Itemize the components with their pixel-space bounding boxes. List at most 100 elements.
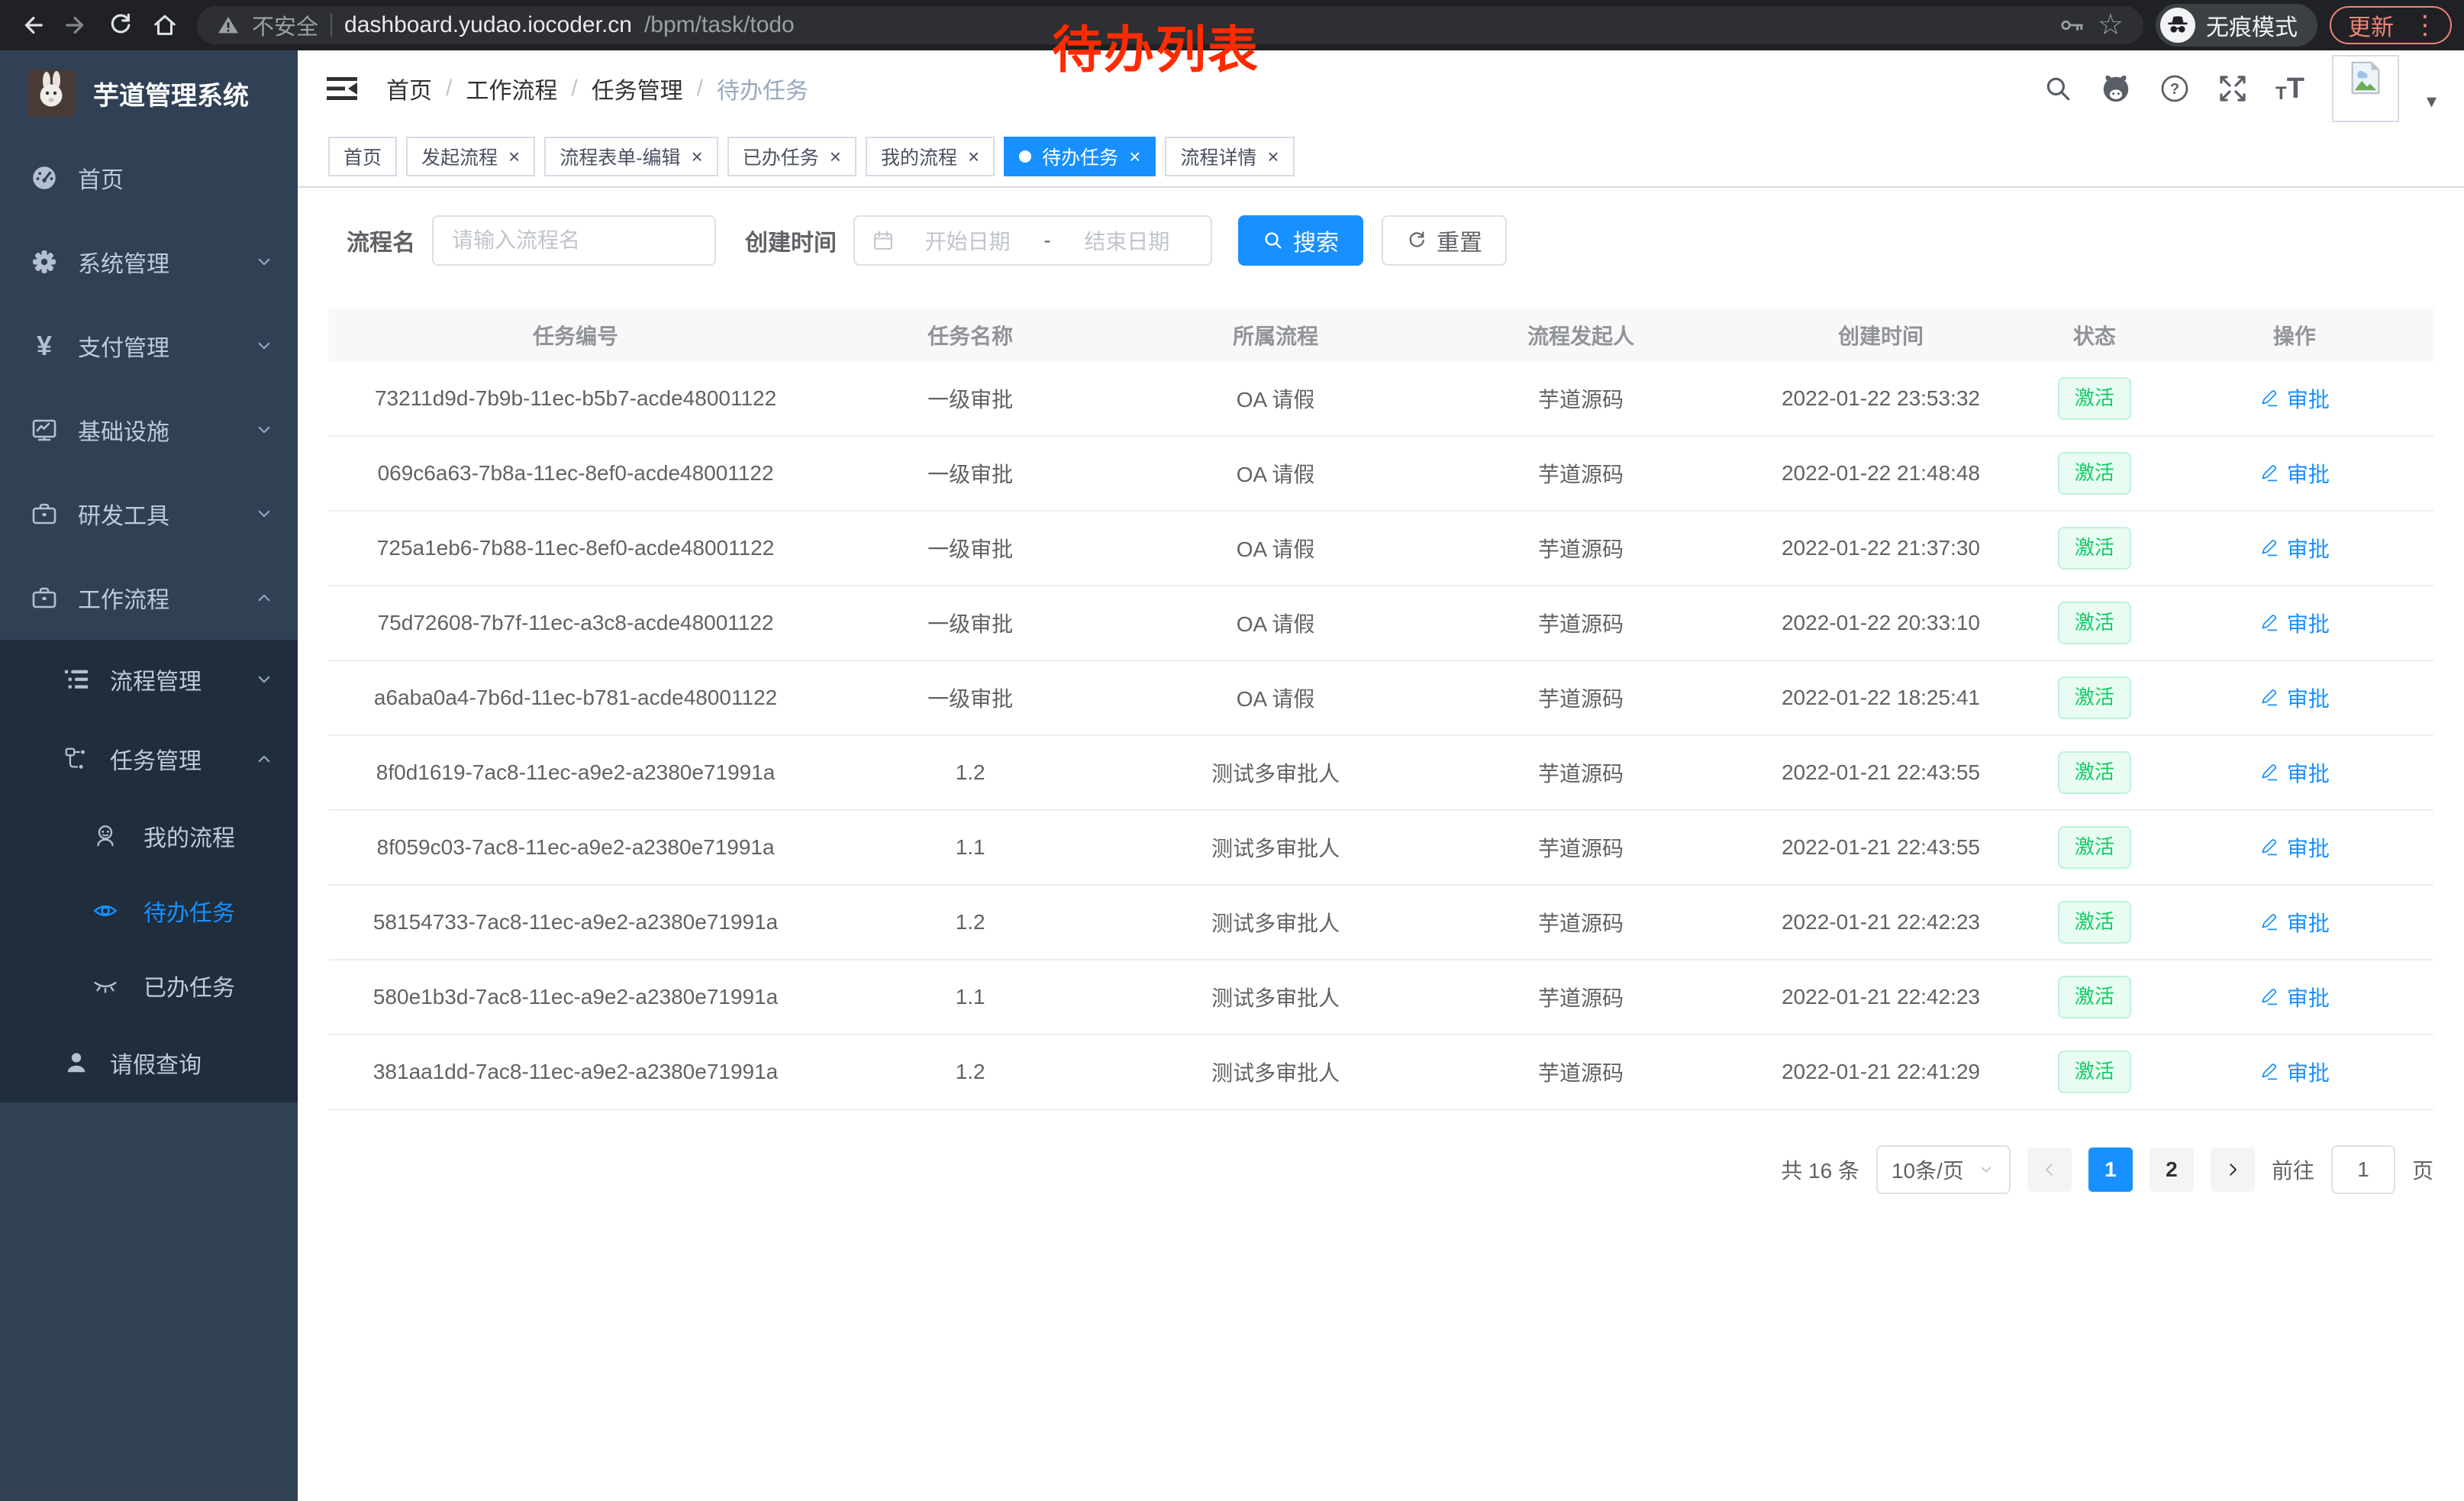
page-button-2[interactable]: 2 xyxy=(2150,1148,2194,1192)
tab-label: 流程表单-编辑 xyxy=(560,143,680,170)
close-icon[interactable]: × xyxy=(1267,147,1279,166)
password-key-icon[interactable] xyxy=(2059,12,2085,38)
reset-button[interactable]: 重置 xyxy=(1382,215,1507,266)
close-icon[interactable]: × xyxy=(692,147,703,166)
table-row: 58154733-7ac8-11ec-a9e2-a2380e71991a 1.2… xyxy=(328,886,2433,960)
chevron-right-icon xyxy=(2224,1160,2242,1179)
tab-home[interactable]: 首页 xyxy=(328,137,397,176)
sidebar-item-label: 基础设施 xyxy=(78,413,235,447)
user-avatar[interactable] xyxy=(2332,55,2399,122)
browser-update-button[interactable]: 更新 ⋮ xyxy=(2330,6,2452,44)
search-button[interactable]: 搜索 xyxy=(1238,215,1363,266)
question-icon: ? xyxy=(2159,73,2190,104)
approve-link[interactable]: 审批 xyxy=(2259,832,2330,863)
bookmark-star-icon[interactable]: ☆ xyxy=(2098,11,2124,40)
page-size-select[interactable]: 10条/页 xyxy=(1876,1145,2011,1194)
status-badge: 激活 xyxy=(2058,751,2131,793)
browser-reload-button[interactable] xyxy=(101,5,140,45)
broken-image-icon xyxy=(2348,60,2383,96)
approve-link[interactable]: 审批 xyxy=(2259,757,2330,788)
sidebar-item-my-process[interactable]: 我的流程 xyxy=(0,799,298,873)
sidebar-item-process-management[interactable]: 流程管理 xyxy=(0,640,298,719)
page-button-1[interactable]: 1 xyxy=(2088,1148,2133,1192)
sidebar-item-label: 流程管理 xyxy=(110,663,235,696)
breadcrumb: 首页 / 工作流程 / 任务管理 / 待办任务 xyxy=(386,72,808,105)
close-icon[interactable]: × xyxy=(1129,147,1140,166)
edit-pen-icon xyxy=(2259,389,2279,408)
sidebar-item-label: 任务管理 xyxy=(110,742,235,776)
avatar-dropdown-caret[interactable]: ▾ xyxy=(2427,89,2437,113)
sidebar-item-done-task[interactable]: 已办任务 xyxy=(0,948,298,1023)
sidebar-item-task-management[interactable]: 任务管理 xyxy=(0,719,298,799)
font-size-button[interactable]: TT xyxy=(2275,74,2304,103)
approve-link[interactable]: 审批 xyxy=(2259,1057,2330,1087)
cell-process: 测试多审批人 xyxy=(1118,907,1434,938)
tab-process-detail[interactable]: 流程详情× xyxy=(1165,137,1294,176)
goto-page-input[interactable] xyxy=(2331,1145,2395,1194)
header-search-button[interactable] xyxy=(2043,74,2072,103)
cell-task-name: 1.1 xyxy=(823,985,1118,1009)
close-icon[interactable]: × xyxy=(508,147,520,166)
table-row: 8f0d1619-7ac8-11ec-a9e2-a2380e71991a 1.2… xyxy=(328,736,2433,811)
fullscreen-button[interactable] xyxy=(2217,73,2248,104)
end-date-placeholder[interactable]: 结束日期 xyxy=(1060,225,1194,256)
cell-create-time: 2022-01-21 22:43:55 xyxy=(1728,835,2033,860)
cell-create-time: 2022-01-21 22:42:23 xyxy=(1728,910,2033,934)
edit-pen-icon xyxy=(2259,463,2279,483)
sidebar-item-system[interactable]: 系统管理 xyxy=(0,220,298,304)
pagination-total: 共 16 条 xyxy=(1781,1154,1859,1185)
approve-link-label: 审批 xyxy=(2287,832,2330,863)
create-time-range-picker[interactable]: 开始日期 - 结束日期 xyxy=(853,215,1212,266)
sidebar-item-workflow[interactable]: 工作流程 xyxy=(0,556,298,640)
approve-link[interactable]: 审批 xyxy=(2259,383,2330,414)
github-icon xyxy=(2100,73,2132,105)
browser-forward-button[interactable] xyxy=(56,5,96,45)
approve-link[interactable]: 审批 xyxy=(2259,683,2330,713)
sidebar-item-dev-tools[interactable]: 研发工具 xyxy=(0,472,298,556)
breadcrumb-task-management[interactable]: 任务管理 xyxy=(592,72,683,105)
status-badge: 激活 xyxy=(2058,901,2131,943)
edit-pen-icon xyxy=(2259,613,2279,633)
prev-page-button[interactable] xyxy=(2027,1148,2072,1192)
approve-link-label: 审批 xyxy=(2287,458,2330,489)
approve-link-label: 审批 xyxy=(2287,683,2330,713)
sidebar-item-leave-query[interactable]: 请假查询 xyxy=(0,1023,298,1102)
breadcrumb-workflow[interactable]: 工作流程 xyxy=(466,72,557,105)
cell-task-name: 一级审批 xyxy=(823,383,1118,414)
approve-link-label: 审批 xyxy=(2287,907,2330,938)
main-area: 首页 / 工作流程 / 任务管理 / 待办任务 ? xyxy=(298,50,2464,1501)
next-page-button[interactable] xyxy=(2211,1148,2255,1192)
browser-home-button[interactable] xyxy=(145,5,185,45)
approve-link[interactable]: 审批 xyxy=(2259,982,2330,1012)
approve-link[interactable]: 审批 xyxy=(2259,458,2330,489)
tab-my-process[interactable]: 我的流程× xyxy=(866,137,995,176)
approve-link[interactable]: 审批 xyxy=(2259,608,2330,638)
breadcrumb-home[interactable]: 首页 xyxy=(386,72,432,105)
status-badge: 激活 xyxy=(2058,976,2131,1018)
sidebar-item-payment[interactable]: ¥ 支付管理 xyxy=(0,304,298,388)
sidebar-item-infrastructure[interactable]: 基础设施 xyxy=(0,388,298,472)
tab-done-task[interactable]: 已办任务× xyxy=(727,137,856,176)
sidebar-item-home[interactable]: 首页 xyxy=(0,136,298,220)
sidebar-collapse-button[interactable] xyxy=(325,74,359,103)
sidebar-item-todo-task[interactable]: 待办任务 xyxy=(0,873,298,948)
process-name-input[interactable] xyxy=(432,215,716,266)
approve-link[interactable]: 审批 xyxy=(2259,533,2330,563)
sidebar-logo[interactable]: 芋道管理系统 xyxy=(0,50,298,136)
sidebar-item-label: 研发工具 xyxy=(78,497,235,531)
tab-process-form-edit[interactable]: 流程表单-编辑 × xyxy=(544,137,718,176)
column-header-operation: 操作 xyxy=(2156,320,2433,350)
docs-help-button[interactable]: ? xyxy=(2159,73,2190,104)
workflow-submenu: 流程管理 任务管理 我的流程 待办任务 xyxy=(0,640,298,1102)
range-separator: - xyxy=(1040,228,1053,253)
cell-process: 测试多审批人 xyxy=(1118,832,1434,863)
github-link-button[interactable] xyxy=(2100,73,2132,105)
tab-start-process[interactable]: 发起流程× xyxy=(406,137,535,176)
close-icon[interactable]: × xyxy=(968,147,979,166)
approve-link[interactable]: 审批 xyxy=(2259,907,2330,938)
close-icon[interactable]: × xyxy=(830,147,841,166)
browser-back-button[interactable] xyxy=(12,5,52,45)
start-date-placeholder[interactable]: 开始日期 xyxy=(901,225,1034,256)
browser-menu-icon[interactable]: ⋮ xyxy=(2408,12,2443,38)
tab-todo-task[interactable]: 待办任务× xyxy=(1004,137,1156,176)
